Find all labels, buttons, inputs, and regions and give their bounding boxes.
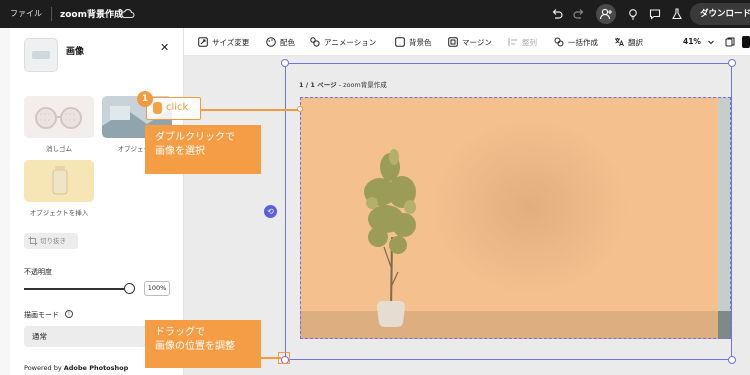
callout-drag-image: ドラッグで 画像の位置を調整 (145, 320, 261, 368)
callout-select-line2: 画像を選択 (155, 146, 205, 157)
batch-create-button[interactable]: 一括作成 (568, 37, 598, 48)
insert-object-tile-label: オブジェクトを挿入 (29, 209, 89, 217)
resize-handle-bottom-right[interactable] (728, 356, 736, 364)
redo-icon[interactable] (572, 7, 586, 21)
eraser-tile-label: 消しゴム (46, 145, 72, 153)
align-button[interactable]: 整列 (522, 37, 537, 48)
powered-by-text: Powered by Adobe Photoshop (24, 364, 128, 372)
zoom-level[interactable]: 41% (683, 37, 701, 46)
click-annotation: click (146, 97, 201, 120)
share-user-icon[interactable] (596, 4, 616, 24)
file-menu[interactable]: ファイル (10, 8, 42, 19)
animation-icon (310, 37, 320, 47)
annotation-target-dot (297, 106, 303, 112)
panel-toggle-button[interactable] (742, 36, 750, 48)
pointer-icon (153, 102, 162, 114)
color-button[interactable]: 配色 (280, 37, 295, 48)
opacity-label: 不透明度 (24, 268, 52, 276)
margin-button[interactable]: マージン (462, 37, 492, 48)
resize-handle-top-left[interactable] (281, 59, 289, 67)
undo-icon[interactable] (550, 7, 564, 21)
batch-create-icon (554, 37, 564, 47)
cloud-icon[interactable] (121, 7, 135, 21)
crop-icon (28, 236, 38, 246)
click-annotation-label: click (166, 102, 189, 113)
align-icon (508, 38, 517, 46)
opacity-value-field[interactable]: 100% (144, 281, 170, 296)
document-title[interactable]: zoom背景作成 (60, 7, 123, 20)
selected-image-thumbnail (24, 38, 58, 72)
resize-button[interactable]: サイズ変更 (212, 37, 249, 48)
powered-prefix: Powered by (24, 364, 64, 372)
jar-image (24, 160, 94, 202)
panel-title: 画像 (66, 47, 85, 57)
background-color-button[interactable]: 背景色 (409, 37, 432, 48)
download-button[interactable]: ダウンロード (690, 3, 750, 25)
margin-icon (448, 37, 458, 47)
callout-select-image: ダブルクリックで 画像を選択 (145, 125, 261, 174)
chevron-down-icon[interactable] (706, 37, 716, 47)
pages-icon[interactable] (725, 37, 735, 47)
insert-object-tile[interactable] (24, 160, 94, 202)
comment-icon[interactable] (648, 7, 662, 21)
annotation-connector (201, 109, 301, 111)
left-rail (0, 28, 10, 375)
crop-button[interactable]: 切り抜き (24, 233, 78, 249)
crop-button-label: 切り抜き (40, 237, 66, 245)
powered-brand: Adobe Photoshop (63, 364, 129, 372)
opacity-slider-handle[interactable] (124, 283, 135, 294)
resize-icon (198, 37, 208, 47)
translate-icon (615, 38, 624, 47)
glasses-image (24, 96, 94, 138)
rotate-icon[interactable]: ⟲ (264, 205, 277, 218)
info-icon[interactable]: i (65, 310, 73, 318)
animation-button[interactable]: アニメーション (324, 37, 376, 48)
opacity-slider-track[interactable] (24, 288, 130, 290)
background-color-icon (395, 37, 405, 47)
top-app-bar: ファイル zoom背景作成 ダウンロード (0, 0, 750, 28)
selection-frame[interactable] (285, 63, 732, 360)
resize-handle-top-right[interactable] (728, 59, 736, 67)
editor-toolbar: サイズ変更 配色 アニメーション 背景色 マージン 整列 一括作成 翻訳 41% (184, 28, 750, 56)
step-number-badge: 1 (137, 91, 153, 107)
translate-button[interactable]: 翻訳 (628, 37, 643, 48)
blend-mode-label: 描画モード (24, 311, 59, 319)
divider (51, 7, 52, 21)
eraser-tile[interactable] (24, 96, 94, 138)
callout-drag-line1: ドラッグで (155, 327, 205, 338)
drag-target-marker (278, 352, 290, 364)
palette-icon (266, 37, 276, 47)
lightbulb-icon[interactable] (626, 7, 640, 21)
callout-select-line1: ダブルクリックで (155, 132, 235, 143)
close-icon[interactable]: ✕ (160, 41, 169, 54)
callout-drag-line2: 画像の位置を調整 (155, 341, 235, 352)
flask-icon[interactable] (670, 7, 684, 21)
